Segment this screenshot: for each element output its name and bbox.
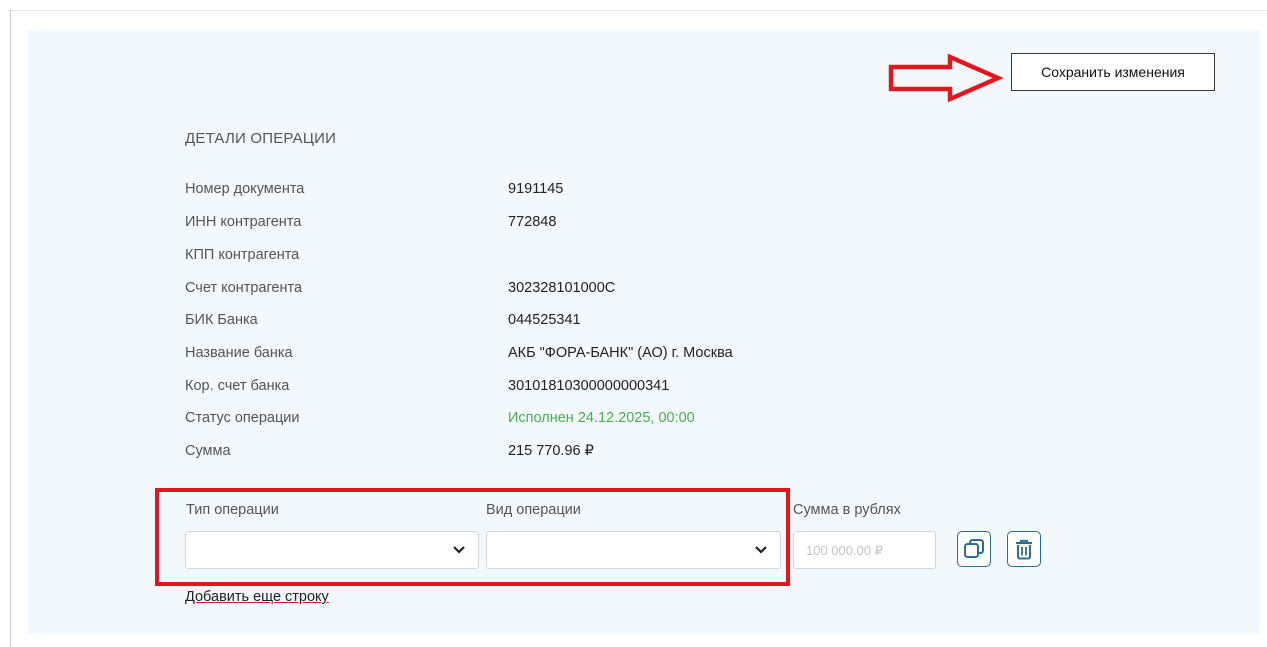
detail-value: 302328101000C <box>508 280 616 296</box>
detail-value: АКБ "ФОРА-БАНК" (АО) г. Москва <box>508 345 733 361</box>
amount-rub-input[interactable] <box>793 531 936 569</box>
trash-icon <box>1016 539 1032 560</box>
copy-icon <box>964 539 984 558</box>
detail-label: Сумма <box>185 443 231 459</box>
detail-label: Статус операции <box>185 410 300 426</box>
operation-type-select[interactable] <box>185 531 479 569</box>
left-divider <box>10 10 11 647</box>
save-changes-button[interactable]: Сохранить изменения <box>1011 53 1215 91</box>
section-title: ДЕТАЛИ ОПЕРАЦИИ <box>185 130 337 147</box>
add-row-link[interactable]: Добавить еще строку <box>185 589 329 605</box>
delete-row-button[interactable] <box>1007 531 1041 567</box>
detail-label: Название банка <box>185 345 293 361</box>
detail-value: 044525341 <box>508 312 581 328</box>
detail-label: Номер документа <box>185 181 305 197</box>
detail-label: ИНН контрагента <box>185 214 302 230</box>
chevron-down-icon <box>453 546 465 554</box>
amount-rub-label: Сумма в рублях <box>793 502 901 518</box>
operation-kind-label: Вид операции <box>486 502 581 518</box>
chevron-down-icon <box>755 546 767 554</box>
status-value: Исполнен 24.12.2025, 00:00 <box>508 410 695 426</box>
operation-type-label: Тип операции <box>186 502 279 518</box>
copy-row-button[interactable] <box>957 531 991 567</box>
detail-label: БИК Банка <box>185 312 258 328</box>
operation-kind-select[interactable] <box>486 531 781 569</box>
detail-label: Кор. счет банка <box>185 378 290 394</box>
detail-label: КПП контрагента <box>185 247 300 263</box>
top-divider <box>8 10 1267 11</box>
detail-value: 30101810300000000341 <box>508 378 670 394</box>
detail-value: 772848 <box>508 214 557 230</box>
right-arrow-outline-icon <box>888 54 1004 102</box>
detail-value: 215 770.96 ₽ <box>508 443 594 459</box>
detail-value: 9191145 <box>508 181 564 197</box>
detail-label: Счет контрагента <box>185 280 303 296</box>
